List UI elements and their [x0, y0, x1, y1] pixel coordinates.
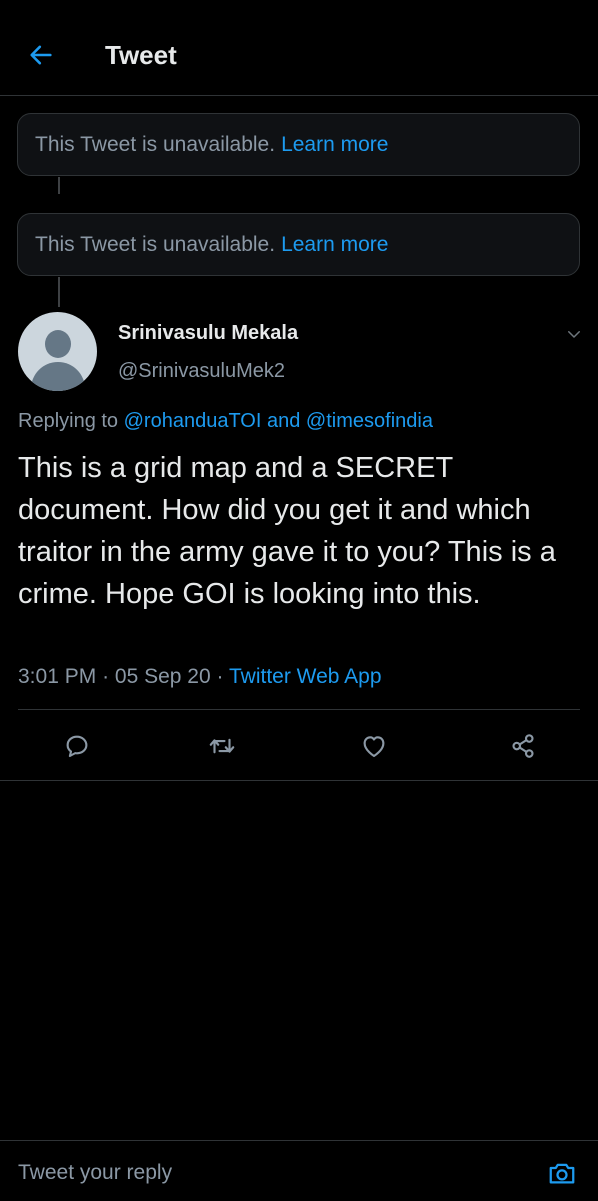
user-handle[interactable]: @SrinivasuluMek2 [118, 360, 285, 383]
avatar[interactable] [18, 312, 97, 391]
meta-separator: · [216, 665, 224, 688]
chevron-down-icon [568, 331, 580, 338]
camera-icon [549, 1163, 575, 1184]
tweet-meta: 3:01 PM · 05 Sep 20 · Twitter Web App [18, 665, 382, 689]
default-avatar-body [31, 362, 85, 391]
tweet-date: 05 Sep 20 [114, 665, 211, 688]
retweet-icon [209, 738, 235, 754]
like-icon [363, 736, 385, 758]
reply-icon [66, 735, 88, 758]
arrow-left-icon [30, 45, 52, 65]
replying-prefix: Replying to [18, 410, 119, 432]
page-title: Tweet [105, 40, 177, 70]
thread-connector [58, 277, 60, 307]
learn-more-link[interactable]: Learn more [281, 233, 388, 257]
tweet-options-button[interactable] [560, 320, 588, 348]
replying-and: and [266, 410, 301, 432]
display-name[interactable]: Srinivasulu Mekala [118, 322, 298, 345]
back-button[interactable] [24, 38, 58, 72]
divider [18, 709, 580, 710]
mention-link[interactable]: @timesofindia [306, 410, 433, 432]
thread-connector [58, 177, 60, 194]
reply-input[interactable] [8, 1155, 528, 1191]
share-button[interactable] [505, 728, 541, 764]
divider [0, 780, 598, 781]
unavailable-tweet-card: This Tweet is unavailable. Learn more [17, 113, 580, 176]
default-avatar-head [45, 330, 71, 358]
learn-more-link[interactable]: Learn more [281, 133, 388, 157]
like-button[interactable] [356, 728, 392, 764]
retweet-button[interactable] [204, 728, 240, 764]
mention-link[interactable]: @rohanduaTOI [124, 410, 262, 432]
reply-button[interactable] [59, 728, 95, 764]
tweet-time: 3:01 PM [18, 665, 97, 688]
replying-to-line: Replying to @rohanduaTOI and @timesofind… [18, 410, 433, 433]
camera-button[interactable] [544, 1155, 580, 1191]
unavailable-text: This Tweet is unavailable. [35, 232, 276, 256]
tweet-text: This is a grid map and a SECRET document… [18, 452, 556, 610]
header-bar: Tweet [0, 0, 598, 96]
unavailable-text: This Tweet is unavailable. [35, 132, 276, 156]
unavailable-tweet-card: This Tweet is unavailable. Learn more [17, 213, 580, 276]
share-icon [512, 734, 534, 758]
reply-composer [0, 1140, 598, 1201]
meta-separator: · [102, 665, 110, 688]
tweet-source-link[interactable]: Twitter Web App [229, 665, 382, 688]
